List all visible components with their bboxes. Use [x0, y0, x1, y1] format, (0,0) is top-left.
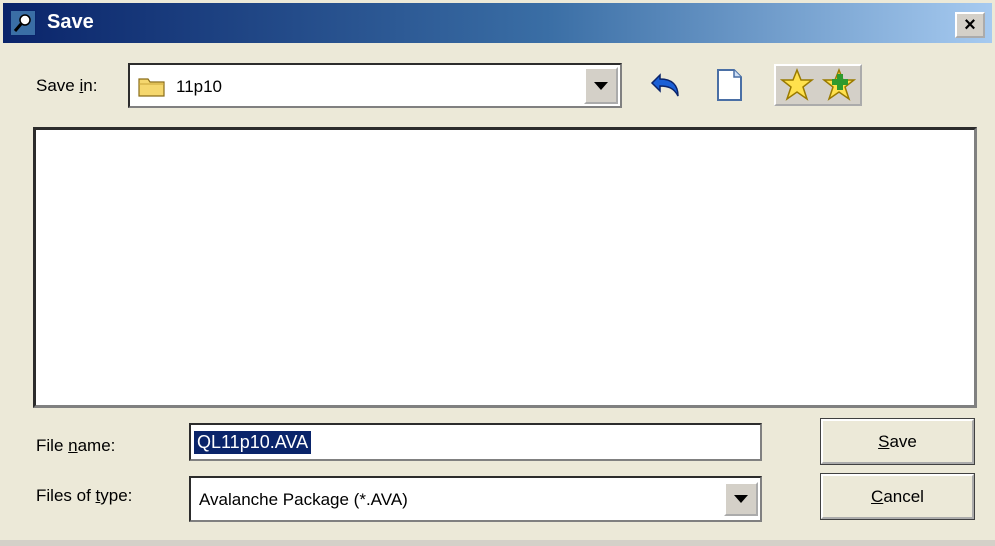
file-list[interactable] — [33, 127, 977, 408]
new-folder-button[interactable] — [708, 64, 750, 106]
file-name-input[interactable]: QL11p10.AVA — [189, 423, 762, 461]
save-in-dropdown[interactable]: 11p10 — [128, 63, 622, 108]
new-folder-icon — [717, 69, 742, 101]
file-name-label: File name: — [36, 436, 116, 455]
cancel-button[interactable]: Cancel — [820, 473, 975, 520]
save-in-dropdown-button[interactable] — [584, 67, 618, 104]
save-button[interactable]: Save — [820, 418, 975, 465]
window-bottom-edge — [0, 540, 995, 546]
title-bar[interactable]: Save × — [3, 3, 992, 43]
save-in-label: Save in: — [36, 76, 98, 95]
window-title: Save — [47, 11, 94, 33]
add-favorite-button[interactable] — [818, 66, 860, 104]
chevron-down-icon — [594, 81, 608, 90]
file-type-label: Files of type: — [36, 486, 133, 505]
favorites-group — [774, 64, 862, 106]
folder-icon — [138, 75, 166, 97]
file-type-dropdown-button[interactable] — [724, 482, 758, 516]
back-button[interactable] — [647, 64, 689, 106]
close-button[interactable]: × — [955, 12, 985, 38]
file-name-value: QL11p10.AVA — [194, 431, 312, 454]
back-icon — [650, 73, 679, 97]
save-in-value: 11p10 — [176, 77, 223, 96]
file-type-dropdown[interactable]: Avalanche Package (*.AVA) — [189, 476, 762, 522]
app-search-icon — [10, 10, 36, 36]
file-type-value: Avalanche Package (*.AVA) — [199, 490, 408, 509]
close-icon: × — [964, 13, 976, 36]
favorites-button[interactable] — [776, 66, 818, 104]
add-favorite-icon — [822, 68, 856, 101]
favorites-icon — [780, 68, 814, 101]
chevron-down-icon — [734, 495, 748, 503]
